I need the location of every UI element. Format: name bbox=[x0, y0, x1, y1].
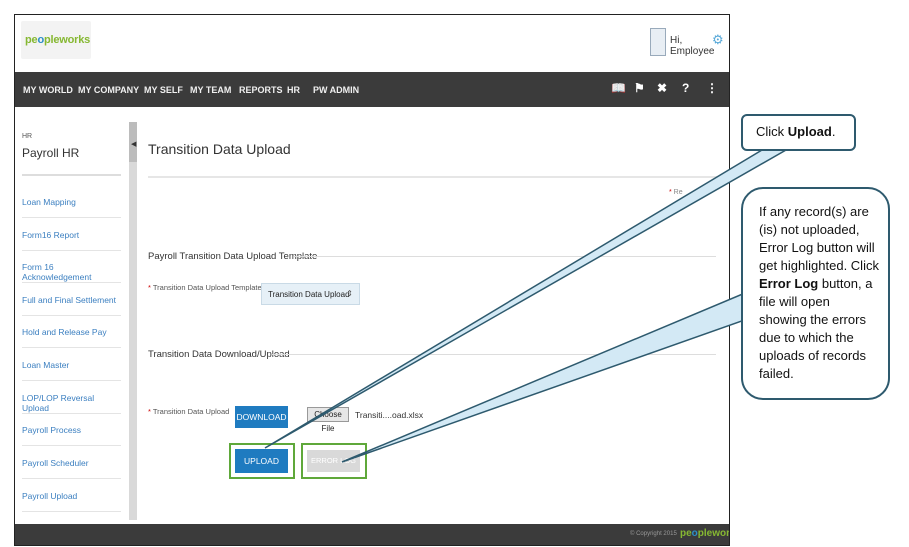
upload-callout-pointer bbox=[264, 149, 789, 449]
upload-callout: Click Upload. bbox=[741, 114, 856, 151]
error-log-callout: If any record(s) are (is) not uploaded, … bbox=[741, 187, 890, 400]
error-callout-pointer bbox=[341, 292, 758, 463]
